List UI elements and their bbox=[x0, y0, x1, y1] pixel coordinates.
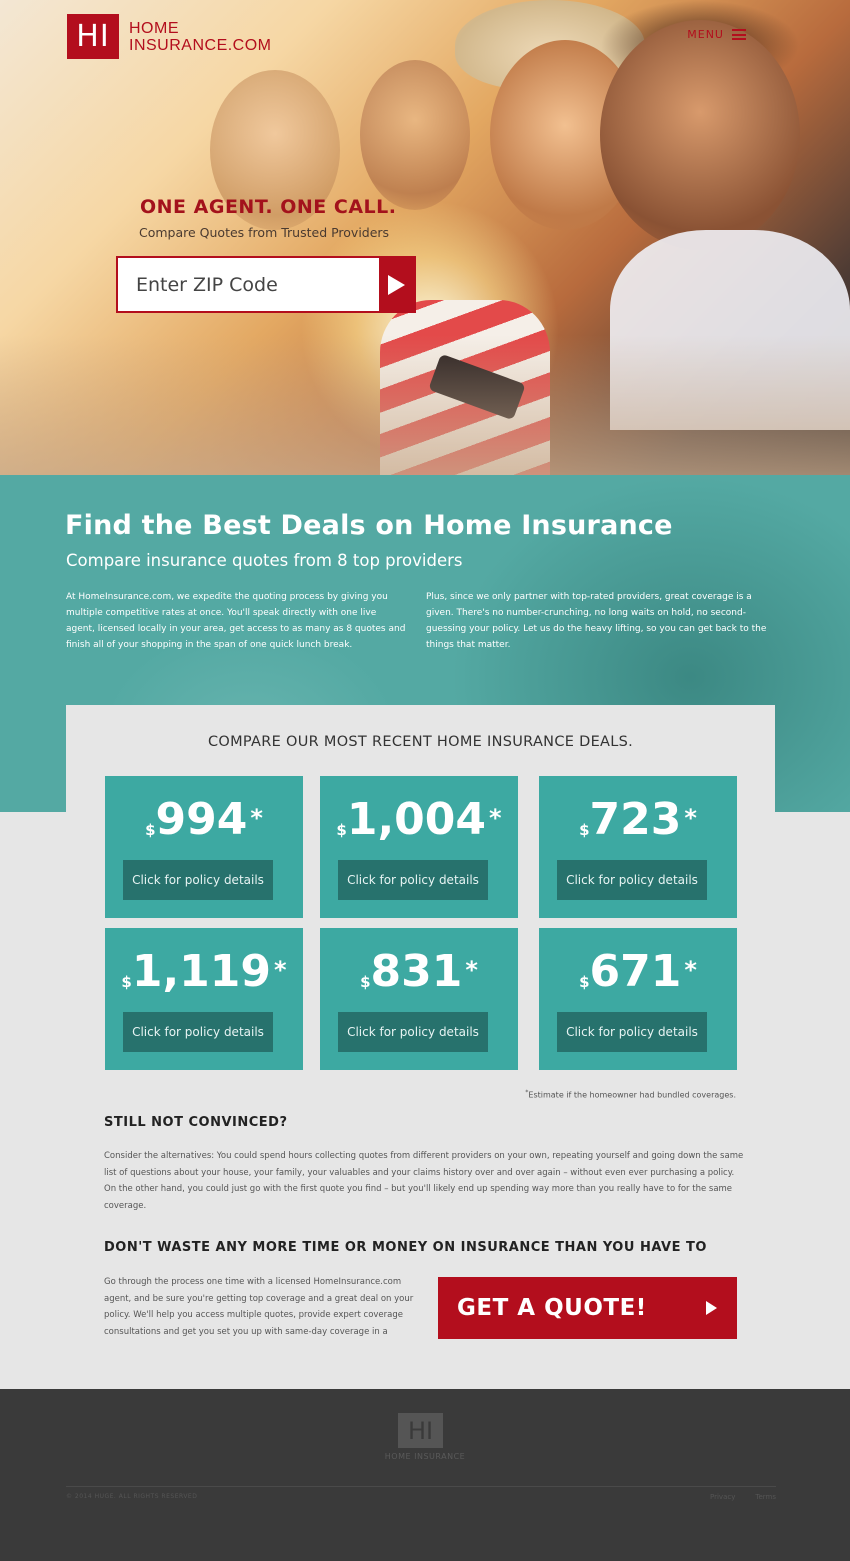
asterisk: * bbox=[684, 804, 697, 832]
deal-amount: 723 bbox=[589, 794, 682, 845]
intro-subtitle: Compare insurance quotes from 8 top prov… bbox=[66, 551, 463, 570]
currency-symbol: $ bbox=[579, 973, 590, 991]
deals-panel: COMPARE OUR MOST RECENT HOME INSURANCE D… bbox=[66, 705, 775, 1100]
site-logo[interactable]: HI HOME INSURANCE.COM bbox=[67, 14, 272, 59]
logo-line-2: INSURANCE.COM bbox=[129, 36, 272, 54]
policy-details-button[interactable]: Click for policy details bbox=[123, 1012, 273, 1052]
footer-logo-mark[interactable]: HI bbox=[398, 1413, 443, 1448]
footer-link-privacy[interactable]: Privacy bbox=[710, 1493, 735, 1501]
footer-link-terms[interactable]: Terms bbox=[755, 1493, 776, 1501]
cta-body: Go through the process one time with a l… bbox=[104, 1277, 414, 1337]
hero-tagline: ONE AGENT. ONE CALL. bbox=[140, 196, 397, 218]
deal-card[interactable]: $831 * Click for policy details bbox=[320, 928, 518, 1070]
deal-amount: 831 bbox=[370, 946, 463, 997]
menu-label: MENU bbox=[687, 28, 724, 41]
policy-details-button[interactable]: Click for policy details bbox=[338, 1012, 488, 1052]
asterisk: * bbox=[489, 804, 502, 832]
logo-line-1: HOME bbox=[129, 19, 179, 37]
site-footer: HI HOME INSURANCE © 2014 HUGE. ALL RIGHT… bbox=[0, 1389, 850, 1561]
hero-photo-sand bbox=[0, 335, 850, 475]
currency-symbol: $ bbox=[360, 973, 371, 991]
deal-price: $671 * bbox=[539, 946, 737, 998]
zip-input[interactable] bbox=[118, 258, 379, 311]
play-arrow-icon bbox=[388, 274, 405, 295]
intro-paragraph-1: At HomeInsurance.com, we expedite the qu… bbox=[66, 592, 406, 650]
deal-amount: 1,119 bbox=[131, 946, 272, 997]
deal-amount: 994 bbox=[155, 794, 248, 845]
menu-button[interactable]: MENU bbox=[687, 28, 746, 41]
intro-paragraph-2: Plus, since we only partner with top-rat… bbox=[426, 592, 767, 650]
currency-symbol: $ bbox=[145, 821, 156, 839]
deal-price: $831 * bbox=[320, 946, 518, 998]
cta-heading: DON'T WASTE ANY MORE TIME OR MONEY ON IN… bbox=[104, 1240, 707, 1255]
hero-subtagline: Compare Quotes from Trusted Providers bbox=[139, 225, 390, 240]
asterisk: * bbox=[274, 956, 287, 984]
play-arrow-icon bbox=[706, 1301, 717, 1315]
hamburger-icon bbox=[732, 29, 746, 40]
deal-card[interactable]: $671 * Click for policy details bbox=[539, 928, 737, 1070]
deal-card[interactable]: $1,004 * Click for policy details bbox=[320, 776, 518, 918]
zip-submit-button[interactable] bbox=[379, 258, 414, 311]
asterisk: * bbox=[465, 956, 478, 984]
currency-symbol: $ bbox=[579, 821, 590, 839]
deal-card[interactable]: $723 * Click for policy details bbox=[539, 776, 737, 918]
footer-logo-text: HOME INSURANCE bbox=[384, 1452, 466, 1461]
deal-amount: 1,004 bbox=[346, 794, 487, 845]
logo-mark: HI bbox=[67, 14, 119, 59]
asterisk: * bbox=[684, 956, 697, 984]
deals-heading: COMPARE OUR MOST RECENT HOME INSURANCE D… bbox=[207, 734, 634, 750]
policy-details-button[interactable]: Click for policy details bbox=[338, 860, 488, 900]
footer-links: Privacy Terms bbox=[710, 1493, 776, 1501]
convince-heading: STILL NOT CONVINCED? bbox=[104, 1115, 288, 1130]
currency-symbol: $ bbox=[336, 821, 347, 839]
deal-card[interactable]: $994 * Click for policy details bbox=[105, 776, 303, 918]
deal-price: $994 * bbox=[105, 794, 303, 846]
footnote-text: Estimate if the homeowner had bundled co… bbox=[528, 1090, 736, 1100]
get-quote-button[interactable]: GET A QUOTE! bbox=[438, 1277, 737, 1339]
deal-amount: 671 bbox=[589, 946, 682, 997]
deals-footnote: *Estimate if the homeowner had bundled c… bbox=[66, 1089, 736, 1100]
policy-details-button[interactable]: Click for policy details bbox=[557, 1012, 707, 1052]
footer-copyright: © 2014 HUGE. ALL RIGHTS RESERVED bbox=[66, 1493, 198, 1500]
convince-section: STILL NOT CONVINCED? Consider the altern… bbox=[104, 1115, 744, 1214]
deal-price: $723 * bbox=[539, 794, 737, 846]
policy-details-button[interactable]: Click for policy details bbox=[123, 860, 273, 900]
intro-title: Find the Best Deals on Home Insurance bbox=[65, 510, 673, 541]
policy-details-button[interactable]: Click for policy details bbox=[557, 860, 707, 900]
deal-price: $1,004 * bbox=[320, 794, 518, 846]
convince-body: Consider the alternatives: You could spe… bbox=[104, 1151, 744, 1211]
logo-text: HOME INSURANCE.COM bbox=[129, 20, 272, 54]
zip-form bbox=[116, 256, 416, 313]
footer-divider bbox=[66, 1486, 776, 1487]
get-quote-label: GET A QUOTE! bbox=[457, 1295, 647, 1321]
currency-symbol: $ bbox=[121, 973, 132, 991]
hero-banner: HI HOME INSURANCE.COM MENU ONE AGENT. ON… bbox=[0, 0, 850, 475]
deal-card[interactable]: $1,119 * Click for policy details bbox=[105, 928, 303, 1070]
hero-photo-person bbox=[360, 60, 470, 210]
deal-price: $1,119 * bbox=[105, 946, 303, 998]
hero-photo-person bbox=[600, 20, 800, 250]
asterisk: * bbox=[250, 804, 263, 832]
